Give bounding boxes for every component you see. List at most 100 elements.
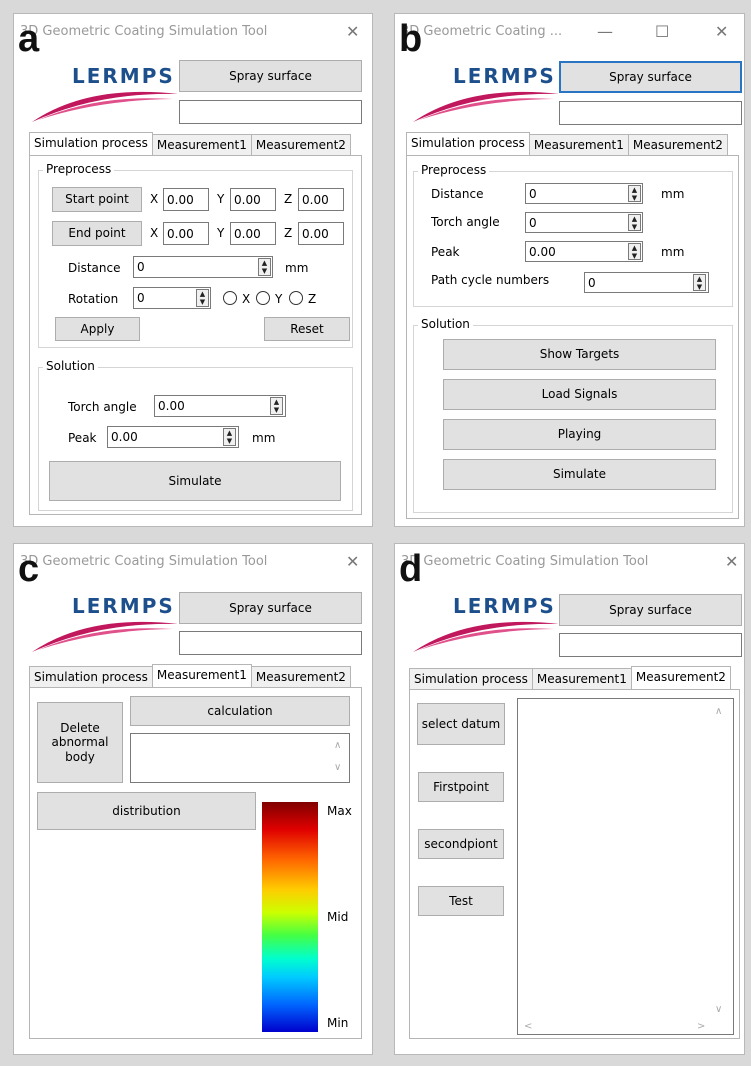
tab-simulation-process[interactable]: Simulation process	[406, 132, 530, 156]
scroll-down-icon[interactable]: ∨	[334, 762, 341, 773]
window-panel-b: 3D Geometric Coating ... — ☐ ✕ b LERMPS …	[394, 13, 745, 527]
distribution-button[interactable]: distribution	[37, 792, 256, 830]
minimize-icon[interactable]: —	[597, 22, 613, 41]
torch-angle-field[interactable]: 0.00	[154, 395, 286, 417]
preprocess-title: Preprocess	[418, 163, 490, 177]
peak-stepper[interactable]: ▲ ▼	[223, 428, 236, 446]
torch-angle-field[interactable]: 0	[525, 212, 643, 233]
start-y-field[interactable]: 0.00	[230, 188, 276, 211]
torch-angle-label: Torch angle	[68, 400, 137, 414]
test-button[interactable]: Test	[418, 886, 504, 916]
tab-measurement1[interactable]: Measurement1	[528, 134, 629, 156]
scroll-up-icon[interactable]: ∧	[715, 706, 722, 717]
peak-stepper[interactable]: ▲ ▼	[628, 243, 641, 260]
tab-measurement2[interactable]: Measurement2	[250, 134, 351, 156]
scroll-up-icon[interactable]: ∧	[334, 740, 341, 751]
y-label: Y	[217, 192, 225, 206]
lermps-logo: LERMPS	[409, 64, 569, 124]
torch-angle-stepper[interactable]: ▲ ▼	[628, 214, 641, 231]
preprocess-title: Preprocess	[43, 162, 115, 176]
rotation-label: Rotation	[68, 292, 119, 306]
select-datum-button[interactable]: select datum	[417, 703, 505, 745]
window-panel-a: 3D Geometric Coating Simulation Tool ✕ a…	[13, 13, 373, 527]
start-z-field[interactable]: 0.00	[298, 188, 344, 211]
tab-page: select datum Firstpoint secondpiont Test…	[409, 689, 740, 1039]
close-icon[interactable]: ✕	[715, 22, 728, 41]
start-x-field[interactable]: 0.00	[163, 188, 209, 211]
distance-stepper[interactable]: ▲ ▼	[258, 258, 271, 276]
rotation-stepper[interactable]: ▲ ▼	[196, 289, 209, 307]
path-cycle-field[interactable]: 0	[584, 272, 709, 293]
solution-title: Solution	[43, 359, 98, 373]
spray-surface-button[interactable]: Spray surface	[559, 594, 742, 626]
tab-measurement1[interactable]: Measurement1	[151, 134, 252, 156]
end-z-field[interactable]: 0.00	[298, 222, 344, 245]
spray-surface-field[interactable]	[179, 100, 362, 124]
spray-surface-button[interactable]: Spray surface	[179, 592, 362, 624]
calculation-button[interactable]: calculation	[130, 696, 350, 726]
distance-field[interactable]: 0	[525, 183, 643, 204]
window-title: 3D Geometric Coating Simulation Tool	[20, 24, 268, 39]
spray-surface-field[interactable]	[559, 633, 742, 657]
close-icon[interactable]: ✕	[725, 552, 738, 571]
tab-bar: Simulation process Measurement1 Measurem…	[406, 132, 728, 156]
tab-page: Delete abnormal body calculation ∧ ∨ dis…	[29, 687, 362, 1039]
playing-button[interactable]: Playing	[443, 419, 716, 450]
scroll-down-icon[interactable]: ∨	[715, 1004, 722, 1015]
scale-min-label: Min	[327, 1016, 349, 1030]
spray-surface-button[interactable]: Spray surface	[559, 61, 742, 93]
tab-page: Preprocess Distance 0 ▲ ▼ mm Torch angle …	[406, 155, 739, 519]
radio-z[interactable]	[289, 291, 303, 305]
end-point-button[interactable]: End point	[52, 221, 142, 246]
load-signals-button[interactable]: Load Signals	[443, 379, 716, 410]
path-cycle-stepper[interactable]: ▲ ▼	[693, 274, 706, 291]
tab-simulation-process[interactable]: Simulation process	[409, 668, 533, 690]
start-point-button[interactable]: Start point	[52, 187, 142, 212]
apply-button[interactable]: Apply	[55, 317, 140, 341]
tab-measurement2[interactable]: Measurement2	[250, 666, 351, 688]
peak-field[interactable]: 0.00	[107, 426, 239, 448]
tab-measurement2[interactable]: Measurement2	[630, 666, 731, 690]
radio-x[interactable]	[223, 291, 237, 305]
maximize-icon[interactable]: ☐	[655, 22, 669, 41]
tab-measurement1[interactable]: Measurement1	[151, 664, 252, 688]
secondpiont-button[interactable]: secondpiont	[418, 829, 504, 859]
spray-surface-field[interactable]	[559, 101, 742, 125]
peak-field[interactable]: 0.00	[525, 241, 643, 262]
distance-stepper[interactable]: ▲ ▼	[628, 185, 641, 202]
x-label: X	[150, 226, 159, 240]
firstpoint-button[interactable]: Firstpoint	[418, 772, 504, 802]
tab-bar: Simulation process Measurement1 Measurem…	[29, 132, 351, 156]
torch-angle-stepper[interactable]: ▲ ▼	[270, 397, 283, 415]
y-label: Y	[217, 226, 225, 240]
delete-abnormal-body-button[interactable]: Delete abnormal body	[37, 702, 123, 783]
end-y-field[interactable]: 0.00	[230, 222, 276, 245]
simulate-button[interactable]: Simulate	[49, 461, 341, 501]
end-x-field[interactable]: 0.00	[163, 222, 209, 245]
scroll-left-icon[interactable]: <	[524, 1021, 532, 1032]
output-list[interactable]	[517, 698, 734, 1035]
show-targets-button[interactable]: Show Targets	[443, 339, 716, 370]
tab-simulation-process[interactable]: Simulation process	[29, 666, 153, 688]
close-icon[interactable]: ✕	[346, 552, 359, 571]
scale-max-label: Max	[327, 804, 352, 818]
calculation-result-box[interactable]	[130, 733, 350, 783]
spray-surface-button[interactable]: Spray surface	[179, 60, 362, 92]
lermps-logo: LERMPS	[28, 594, 188, 654]
tab-bar: Simulation process Measurement1 Measurem…	[29, 664, 351, 688]
mm-unit: mm	[661, 187, 685, 201]
simulate-button[interactable]: Simulate	[443, 459, 716, 490]
tab-simulation-process[interactable]: Simulation process	[29, 132, 153, 156]
tab-measurement1[interactable]: Measurement1	[531, 668, 632, 690]
radio-z-label: Z	[308, 292, 317, 306]
radio-y[interactable]	[256, 291, 270, 305]
reset-button[interactable]: Reset	[264, 317, 350, 341]
scroll-right-icon[interactable]: >	[697, 1021, 705, 1032]
tab-measurement2[interactable]: Measurement2	[627, 134, 728, 156]
distance-field[interactable]: 0	[133, 256, 273, 278]
peak-label: Peak	[431, 245, 460, 259]
mm-unit: mm	[661, 245, 685, 259]
spray-surface-field[interactable]	[179, 631, 362, 655]
z-label: Z	[284, 226, 293, 240]
close-icon[interactable]: ✕	[346, 22, 359, 41]
